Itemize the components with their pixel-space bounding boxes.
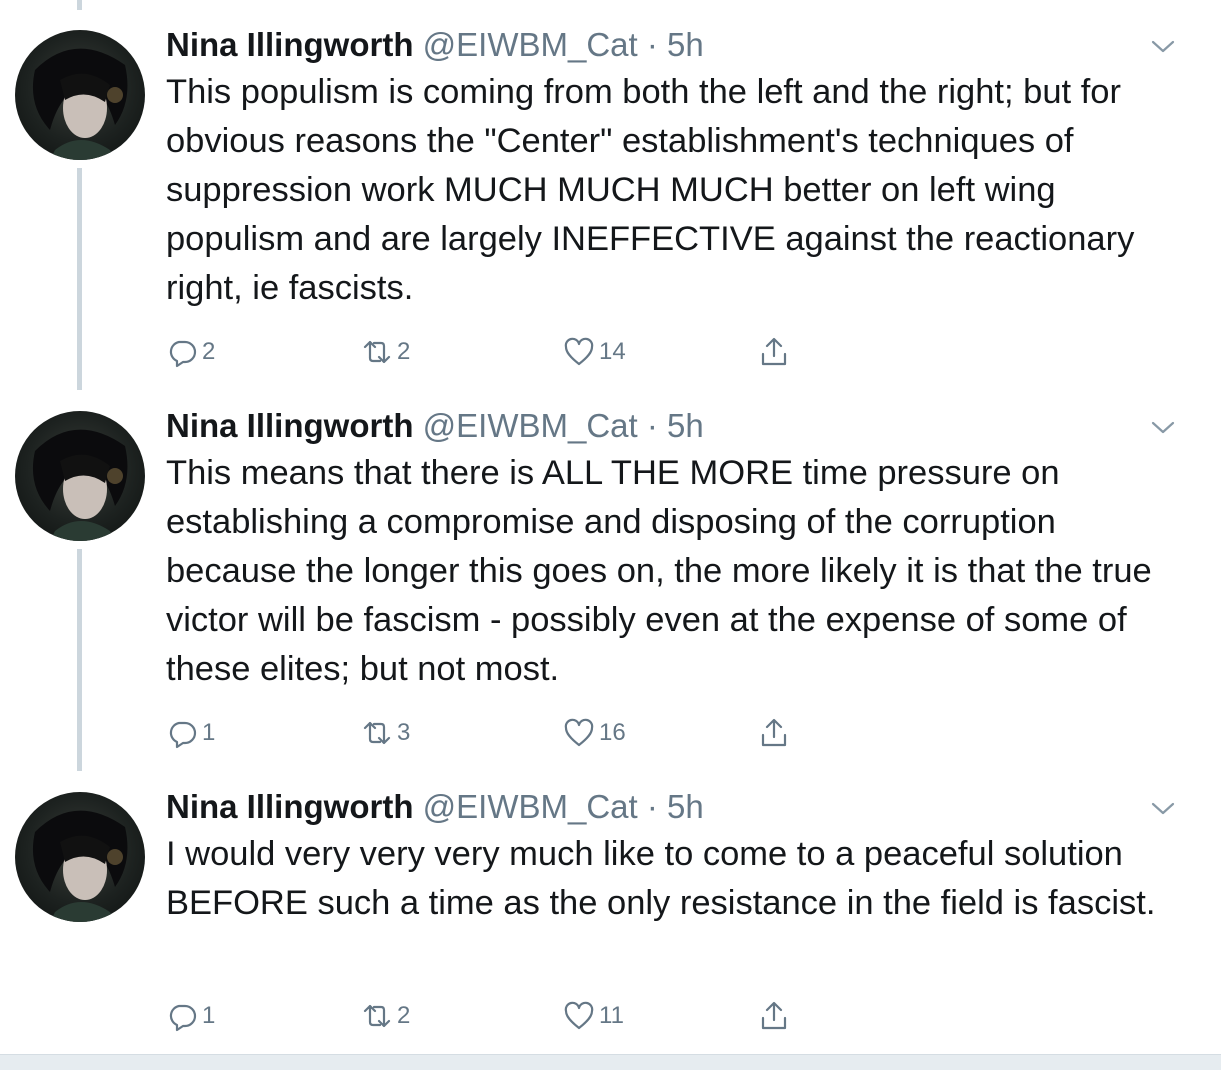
like-icon xyxy=(564,337,594,366)
reply-count: 1 xyxy=(202,1002,216,1029)
chevron-down-icon[interactable] xyxy=(1151,420,1175,436)
avatar[interactable] xyxy=(15,30,145,160)
retweet-count: 3 xyxy=(397,719,411,746)
share-button[interactable] xyxy=(758,998,794,1034)
tweet-text: This populism is coming from both the le… xyxy=(166,73,1135,307)
share-icon xyxy=(761,1001,787,1030)
retweet-button[interactable]: 2 xyxy=(361,998,410,1034)
retweet-icon xyxy=(363,1004,391,1028)
bottom-divider xyxy=(0,1054,1221,1070)
tweet-header: Nina Illingworth @EIWBM_Cat · 5h xyxy=(166,406,1176,446)
like-button[interactable]: 11 xyxy=(563,998,624,1034)
share-icon xyxy=(761,718,787,747)
reply-count: 1 xyxy=(202,719,216,746)
like-count: 14 xyxy=(599,338,626,365)
author-name[interactable]: Nina Illingworth xyxy=(166,26,413,63)
author-name[interactable]: Nina Illingworth xyxy=(166,788,413,825)
timestamp[interactable]: 5h xyxy=(667,26,704,63)
chevron-down-icon[interactable] xyxy=(1151,801,1175,817)
like-button[interactable]: 14 xyxy=(563,334,626,370)
like-button[interactable]: 16 xyxy=(563,715,626,751)
separator-dot: · xyxy=(646,407,658,444)
tweet-text: I would very very very much like to come… xyxy=(166,835,1156,922)
avatar[interactable] xyxy=(15,792,145,922)
like-icon xyxy=(564,1001,594,1030)
separator-dot: · xyxy=(646,788,658,825)
like-count: 11 xyxy=(599,1002,624,1029)
reply-icon xyxy=(169,340,197,368)
like-icon xyxy=(564,718,594,747)
tweet-header: Nina Illingworth @EIWBM_Cat · 5h xyxy=(166,787,1176,827)
author-handle[interactable]: @EIWBM_Cat xyxy=(423,788,638,825)
retweet-button[interactable]: 2 xyxy=(361,334,410,370)
timestamp[interactable]: 5h xyxy=(667,407,704,444)
share-button[interactable] xyxy=(758,715,794,751)
retweet-button[interactable]: 3 xyxy=(361,715,410,751)
reply-button[interactable]: 1 xyxy=(166,998,215,1034)
timestamp[interactable]: 5h xyxy=(667,788,704,825)
separator-dot: · xyxy=(646,26,658,63)
author-name[interactable]: Nina Illingworth xyxy=(166,407,413,444)
chevron-down-icon[interactable] xyxy=(1151,39,1175,55)
thread-line-top xyxy=(77,0,82,10)
like-count: 16 xyxy=(599,719,626,746)
thread-line-2 xyxy=(77,549,82,771)
retweet-count: 2 xyxy=(397,1002,411,1029)
tweet-text: This means that there is ALL THE MORE ti… xyxy=(166,454,1152,688)
reply-button[interactable]: 2 xyxy=(166,334,215,370)
thread-line-1 xyxy=(77,168,82,390)
reply-button[interactable]: 1 xyxy=(166,715,215,751)
author-handle[interactable]: @EIWBM_Cat xyxy=(423,407,638,444)
reply-count: 2 xyxy=(202,338,216,365)
share-button[interactable] xyxy=(758,334,794,370)
share-icon xyxy=(761,337,787,366)
author-handle[interactable]: @EIWBM_Cat xyxy=(423,26,638,63)
avatar[interactable] xyxy=(15,411,145,541)
retweet-icon xyxy=(363,340,391,364)
reply-icon xyxy=(169,1004,197,1032)
retweet-icon xyxy=(363,721,391,745)
retweet-count: 2 xyxy=(397,338,411,365)
tweet-header: Nina Illingworth @EIWBM_Cat · 5h xyxy=(166,25,1176,65)
reply-icon xyxy=(169,721,197,749)
